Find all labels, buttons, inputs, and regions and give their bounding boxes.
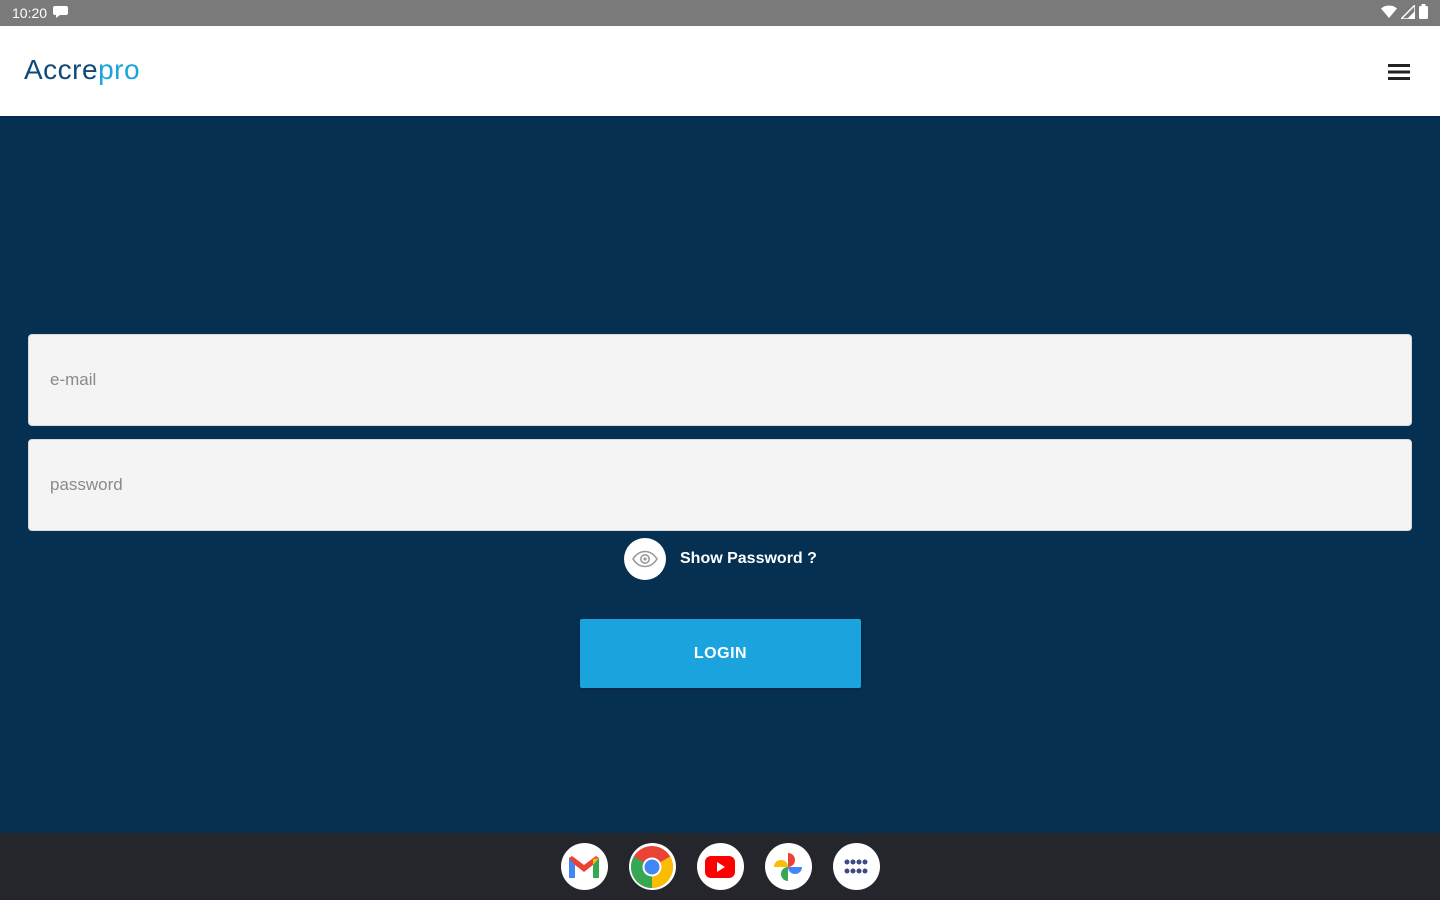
chrome-icon[interactable] <box>628 843 676 890</box>
password-field[interactable] <box>29 440 1411 530</box>
app-dock <box>0 833 1440 900</box>
password-field-wrapper <box>28 439 1412 531</box>
logo-text-pin: pro <box>98 54 141 85</box>
status-right <box>1381 2 1428 22</box>
status-time: 10:20 <box>12 5 48 21</box>
chat-bubble-icon <box>53 5 69 22</box>
show-password-toggle[interactable]: Show Password ? <box>624 538 817 580</box>
logo-text-primary: Accre <box>24 54 99 85</box>
email-field[interactable] <box>29 335 1411 425</box>
app-drawer-icon[interactable] <box>832 843 880 890</box>
show-password-label[interactable]: Show Password ? <box>680 550 817 568</box>
gmail-icon[interactable] <box>560 843 608 890</box>
app-header: Accre pro <box>0 26 1440 118</box>
battery-icon <box>1419 4 1428 22</box>
email-field-wrapper <box>28 334 1412 426</box>
eye-icon[interactable] <box>624 538 666 580</box>
hamburger-menu-icon[interactable] <box>1386 60 1412 84</box>
youtube-icon[interactable] <box>696 843 744 890</box>
accrepro-logo[interactable]: Accre pro <box>24 54 140 86</box>
signal-icon <box>1399 2 1416 22</box>
login-button[interactable]: LOGIN <box>580 619 861 688</box>
wifi-icon <box>1381 5 1397 22</box>
login-panel: Show Password ? LOGIN <box>0 118 1440 833</box>
status-left: 10:20 <box>12 5 69 22</box>
photos-icon[interactable] <box>764 843 812 890</box>
status-bar: 10:20 <box>0 0 1440 26</box>
